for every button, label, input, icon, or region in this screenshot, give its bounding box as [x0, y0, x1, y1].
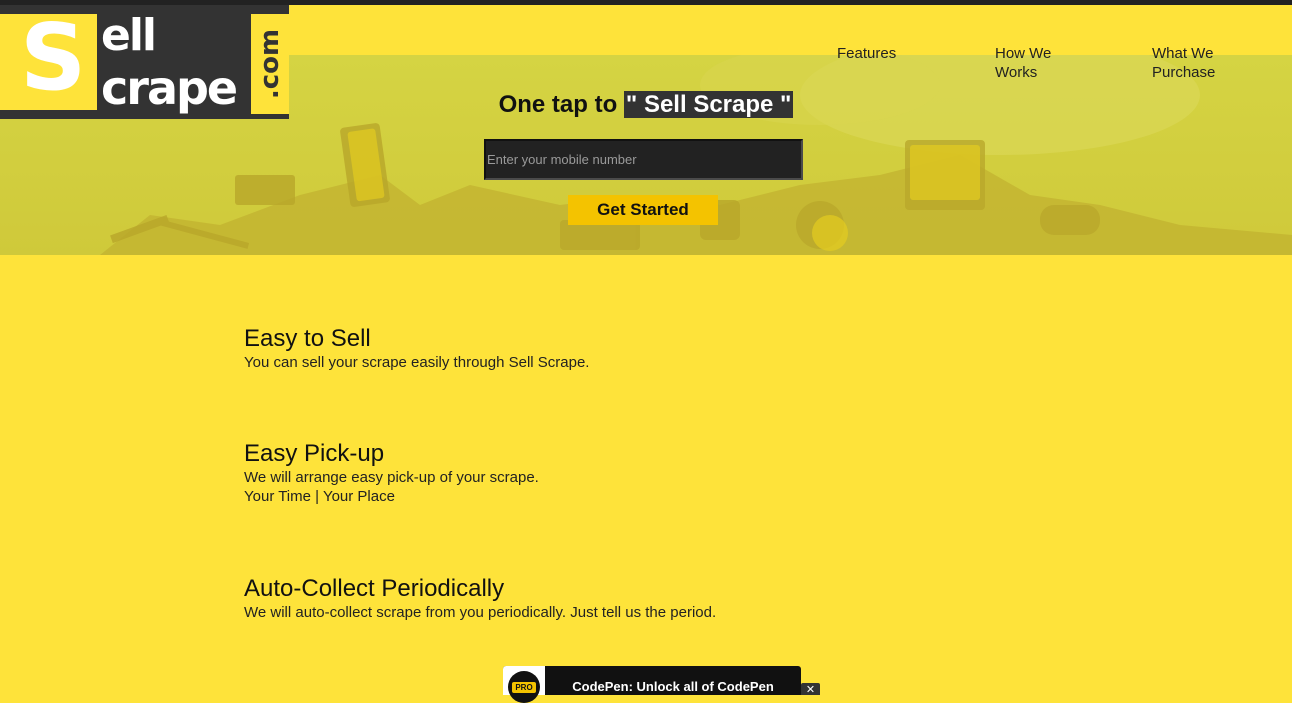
tagline-prefix: One tap to: [498, 91, 624, 118]
codepen-promo-banner[interactable]: PRO CodePen: Unlock all of CodePen: [503, 666, 801, 703]
hero-tagline: One tap to " Sell Scrape ": [0, 91, 1292, 119]
feature-description: We will auto-collect scrape from you per…: [244, 604, 717, 621]
feature-easy-pickup: Easy Pick-up We will arrange easy pick-u…: [244, 440, 539, 506]
nav-item-what-we-purchase[interactable]: What We Purchase: [1152, 44, 1242, 82]
nav-bar: [289, 5, 1292, 55]
logo-com-text: .com: [255, 28, 285, 100]
feature-description: You can sell your scrape easily through …: [244, 354, 590, 371]
tagline-highlight: " Sell Scrape ": [623, 91, 794, 118]
close-icon[interactable]: ✕: [801, 683, 820, 696]
feature-description: We will arrange easy pick-up of your scr…: [244, 469, 539, 486]
nav-item-how-we-works[interactable]: How We Works: [995, 44, 1075, 82]
feature-title: Auto-Collect Periodically: [244, 575, 505, 602]
mobile-number-input[interactable]: [484, 139, 803, 180]
feature-description-line-2: Your Time | Your Place: [244, 488, 395, 505]
feature-auto-collect: Auto-Collect Periodically We will auto-c…: [244, 575, 716, 622]
codepen-promo-text[interactable]: CodePen: Unlock all of CodePen: [545, 679, 801, 694]
feature-title: Easy to Sell: [244, 325, 371, 352]
nav-item-features[interactable]: Features: [837, 44, 896, 63]
logo-text-ell: ell: [101, 10, 157, 61]
get-started-button[interactable]: Get Started: [568, 195, 718, 225]
feature-title: Easy Pick-up: [244, 440, 385, 467]
codepen-pro-badge: PRO: [503, 666, 545, 703]
feature-easy-to-sell: Easy to Sell You can sell your scrape ea…: [244, 325, 589, 372]
pro-label: PRO: [512, 682, 536, 693]
